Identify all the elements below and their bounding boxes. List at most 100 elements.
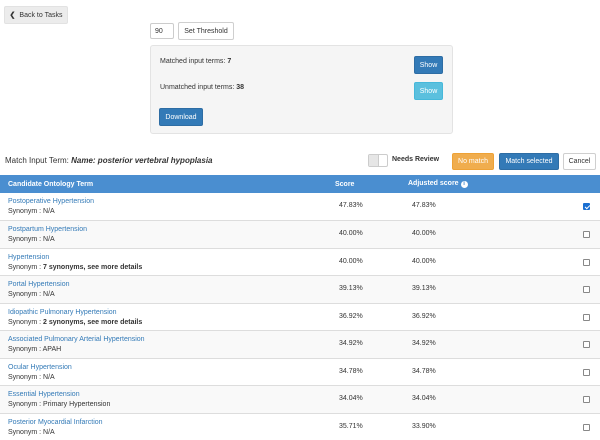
candidate-term-cell: Essential Hypertension Synonym : Primary … <box>0 386 335 414</box>
synonym-text: Synonym : 7 synonyms, see more details <box>8 264 335 271</box>
header-adjusted-score[interactable]: Adjusted score i <box>408 175 578 193</box>
select-cell <box>578 386 600 414</box>
adjusted-score-cell: 40.00% <box>408 221 578 249</box>
candidate-term-cell: Posterior Myocardial Infarction Synonym :… <box>0 413 335 440</box>
select-cell <box>578 276 600 304</box>
candidate-term-link[interactable]: Portal Hypertension <box>8 281 335 288</box>
threshold-input[interactable] <box>150 23 174 39</box>
candidate-term-link[interactable]: Essential Hypertension <box>8 391 335 398</box>
candidate-term-link[interactable]: Associated Pulmonary Arterial Hypertensi… <box>8 336 335 343</box>
header-candidate-term[interactable]: Candidate Ontology Term <box>0 175 335 193</box>
select-checkbox[interactable] <box>583 423 590 431</box>
score-cell: 34.92% <box>335 331 408 359</box>
adjusted-score-value: 34.78% <box>412 367 436 375</box>
select-checkbox[interactable] <box>583 286 590 293</box>
synonym-label: Synonym : <box>8 318 42 326</box>
adjusted-score-value: 36.92% <box>412 312 436 320</box>
set-threshold-button[interactable]: Set Threshold <box>178 22 234 40</box>
adjusted-score-value: 47.83% <box>412 202 436 209</box>
synonym-label: Synonym : <box>8 401 42 408</box>
score-cell: 47.83% <box>335 193 408 221</box>
header-score[interactable]: Score <box>335 175 408 193</box>
candidate-term-link[interactable]: Posterior Myocardial Infarction <box>8 419 335 426</box>
adjusted-score-value: 40.00% <box>412 257 436 265</box>
adjusted-score-cell: 34.92% <box>408 331 578 359</box>
synonym-label: Synonym : <box>8 236 42 243</box>
score-value: 40.00% <box>339 257 363 265</box>
table-row: Associated Pulmonary Arterial Hypertensi… <box>0 330 600 359</box>
match-input-term-prefix: Match Input Term: <box>5 156 69 165</box>
synonym-text: Synonym : APAH <box>8 346 335 353</box>
adjusted-score-cell: 36.92% <box>408 303 578 331</box>
matched-terms-count: 7 <box>227 58 232 65</box>
synonym-value: N/A <box>43 373 55 381</box>
adjusted-score-value: 34.04% <box>412 395 436 402</box>
synonym-label: Synonym : <box>8 373 42 381</box>
candidate-term-link[interactable]: Idiopathic Pulmonary Hypertension <box>8 309 335 316</box>
select-checkbox[interactable] <box>583 368 590 376</box>
no-match-button[interactable]: No match <box>452 153 494 170</box>
synonym-text: Synonym : 2 synonyms, see more details <box>8 319 335 326</box>
select-checkbox[interactable] <box>583 341 590 348</box>
table-row: Postpartum Hypertension Synonym : N/A 40.0… <box>0 220 600 249</box>
table-row: Essential Hypertension Synonym : Primary … <box>0 385 600 414</box>
download-button[interactable]: Download <box>159 108 203 126</box>
table-row: Idiopathic Pulmonary Hypertension Synonym… <box>0 303 600 331</box>
unmatched-terms-count: 38 <box>236 84 245 91</box>
synonym-label: Synonym : <box>8 346 42 353</box>
adjusted-score-cell: 39.13% <box>408 276 578 304</box>
score-value: 47.83% <box>339 202 363 209</box>
synonym-value: N/A <box>43 291 55 298</box>
select-checkbox[interactable] <box>583 258 590 266</box>
synonym-text: Synonym : N/A <box>8 429 335 436</box>
candidate-term-cell: Portal Hypertension Synonym : N/A <box>0 276 335 304</box>
select-checkbox[interactable] <box>583 313 590 321</box>
select-checkbox[interactable] <box>583 396 590 403</box>
table-row: Posterior Myocardial Infarction Synonym :… <box>0 413 600 440</box>
show-matched-button[interactable]: Show <box>414 56 443 74</box>
synonym-value: APAH <box>42 346 62 353</box>
candidate-term-link[interactable]: Hypertension <box>8 254 335 261</box>
synonym-value[interactable]: 2 synonyms, see more details <box>43 319 142 326</box>
score-value: 40.00% <box>339 230 363 237</box>
adjusted-score-value: 39.13% <box>412 285 436 292</box>
adjusted-score-value: 33.90% <box>412 422 436 430</box>
score-value: 34.92% <box>339 340 363 347</box>
select-cell <box>578 331 600 359</box>
table-body: Postoperative Hypertension Synonym : N/A 4… <box>0 193 600 440</box>
adjusted-score-cell: 33.90% <box>408 413 578 440</box>
synonym-text: Synonym : N/A <box>8 291 335 298</box>
adjusted-score-cell: 47.83% <box>408 193 578 221</box>
select-cell <box>578 303 600 331</box>
synonym-value: N/A <box>43 236 55 243</box>
score-cell: 40.00% <box>335 221 408 249</box>
score-cell: 34.04% <box>335 386 408 414</box>
show-unmatched-button[interactable]: Show <box>414 82 443 100</box>
match-selected-button[interactable]: Match selected <box>499 153 559 170</box>
select-cell <box>578 221 600 249</box>
candidate-term-cell: Idiopathic Pulmonary Hypertension Synonym… <box>0 303 335 331</box>
score-cell: 35.71% <box>335 413 408 440</box>
synonym-label: Synonym : <box>8 291 42 298</box>
adjusted-score-cell: 34.78% <box>408 358 578 386</box>
synonym-text: Synonym : N/A <box>8 236 335 243</box>
matched-terms-text: Matched input terms: 7 <box>160 58 231 65</box>
info-icon[interactable]: i <box>460 181 468 188</box>
select-checkbox[interactable] <box>583 203 590 210</box>
candidate-term-link[interactable]: Postoperative Hypertension <box>8 198 335 205</box>
select-checkbox[interactable] <box>583 231 590 238</box>
score-value: 34.78% <box>339 367 363 375</box>
candidate-term-cell: Postoperative Hypertension Synonym : N/A <box>0 193 335 221</box>
unmatched-terms-label: Unmatched input terms: <box>160 84 235 91</box>
synonym-text: Synonym : Primary Hypertension <box>8 401 335 408</box>
candidate-term-link[interactable]: Postpartum Hypertension <box>8 226 335 233</box>
needs-review-toggle[interactable] <box>368 154 388 167</box>
back-to-tasks-button[interactable]: ❮ Back to Tasks <box>4 6 68 24</box>
candidate-term-link[interactable]: Ocular Hypertension <box>8 364 335 371</box>
synonym-label: Synonym : <box>8 208 42 215</box>
cancel-button[interactable]: Cancel <box>563 153 596 170</box>
table-row: Hypertension Synonym : 7 synonyms, see mo… <box>0 248 600 276</box>
synonym-value[interactable]: 7 synonyms, see more details <box>43 264 142 271</box>
adjusted-score-value: 34.92% <box>412 340 436 347</box>
synonym-label: Synonym : <box>8 428 42 436</box>
